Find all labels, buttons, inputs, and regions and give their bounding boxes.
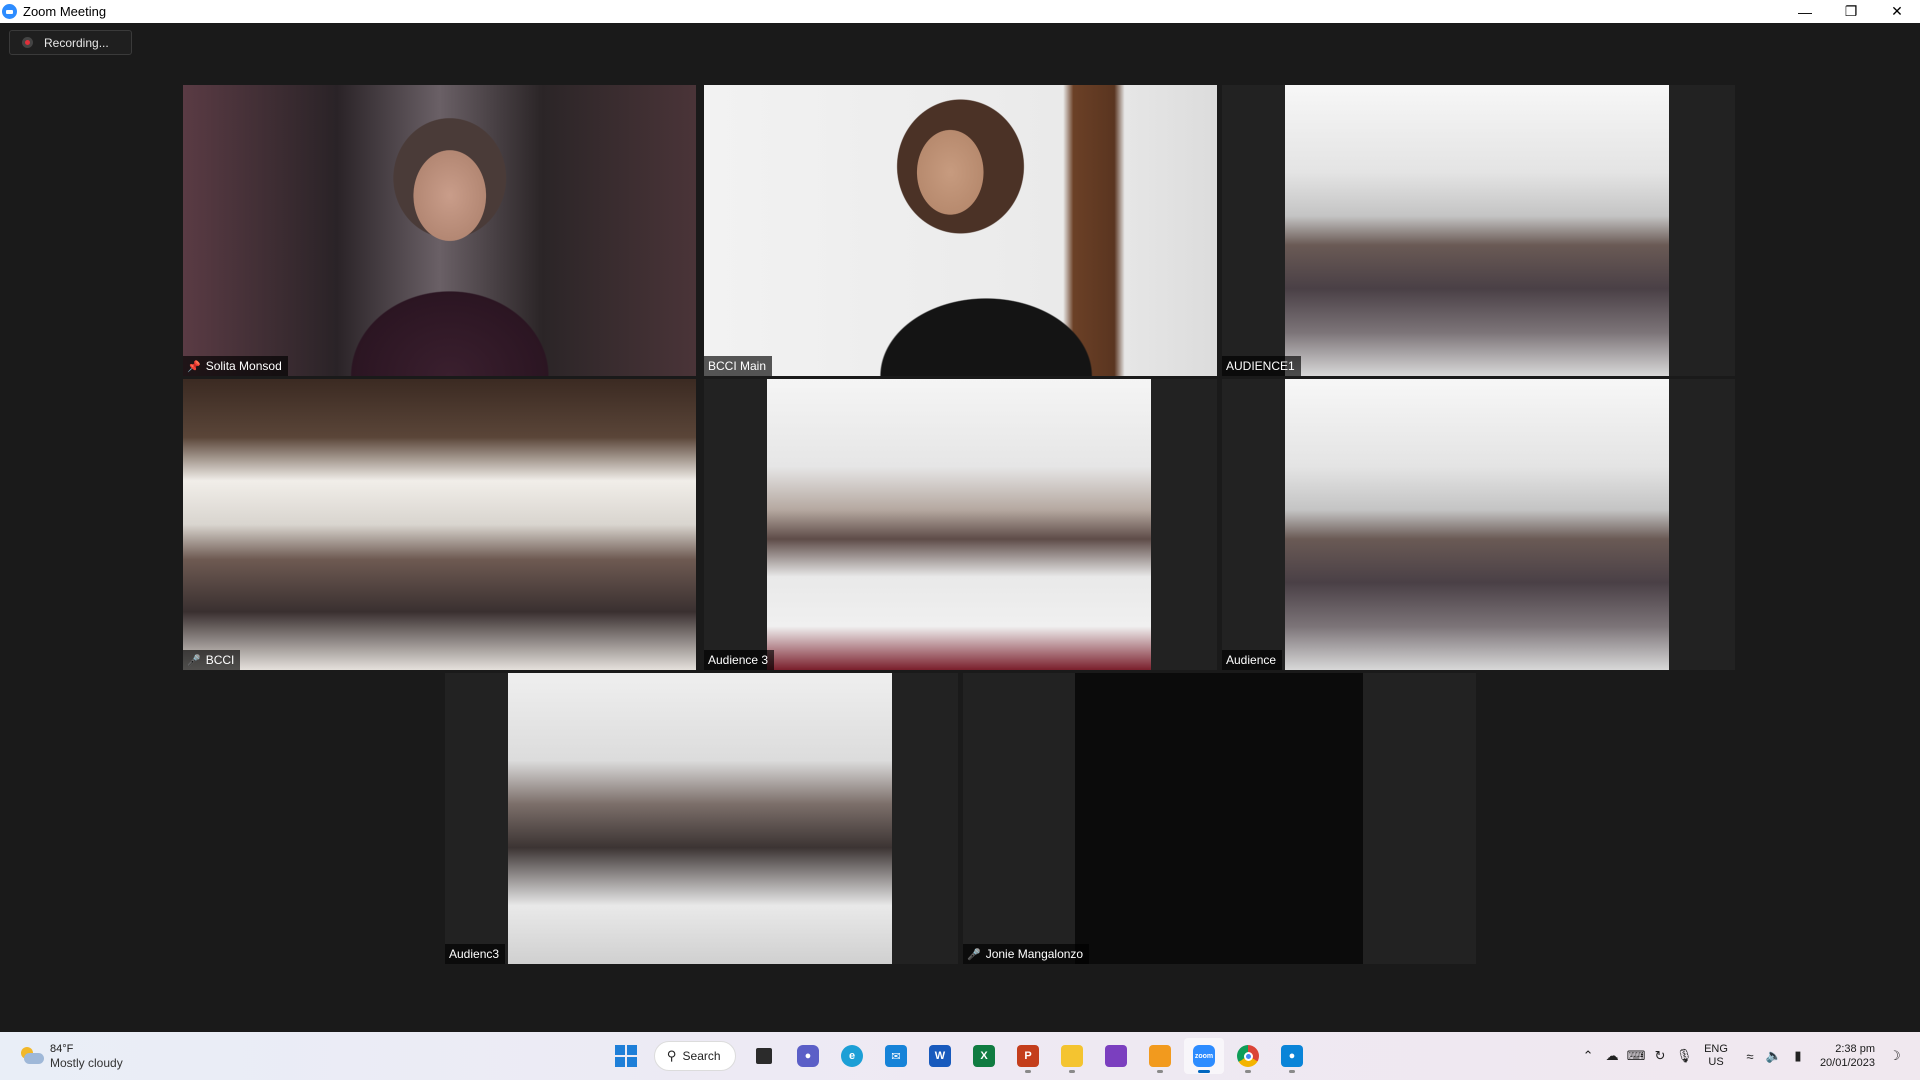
video-tile-audience-3[interactable]: Audience 3: [704, 379, 1217, 670]
language-indicator[interactable]: ENG US: [1704, 1043, 1728, 1069]
pin-icon: 📌: [187, 360, 201, 373]
edge-button[interactable]: e: [832, 1038, 872, 1074]
participant-video: [767, 379, 1151, 670]
powerpoint-icon: P: [1017, 1045, 1039, 1067]
powerpoint-button[interactable]: P: [1008, 1038, 1048, 1074]
participant-name: Audienc3: [449, 947, 500, 961]
video-tile-bcci-main[interactable]: BCCI Main: [704, 85, 1217, 376]
minimize-button[interactable]: —: [1782, 0, 1828, 23]
region-code: US: [1708, 1056, 1724, 1068]
keyboard-icon[interactable]: ⌨: [1625, 1045, 1647, 1067]
clock-date: 20/01/2023: [1819, 1057, 1875, 1069]
participant-name-tag: Audience: [1222, 650, 1283, 670]
participant-name: Audience: [1226, 653, 1277, 667]
video-tile-solita-monsod[interactable]: 📌 Solita Monsod: [183, 85, 696, 376]
recording-label: Recording...: [44, 35, 109, 50]
excel-button[interactable]: X: [964, 1038, 1004, 1074]
snipping-tool-button[interactable]: ●: [1272, 1038, 1312, 1074]
video-tile-jonie-mangalonzo[interactable]: 🎤 Jonie Mangalonzo: [963, 673, 1476, 964]
language-code: ENG: [1704, 1043, 1728, 1055]
participant-name-tag: Audienc3: [445, 944, 506, 964]
participant-video: [1285, 85, 1669, 376]
edge-icon: e: [841, 1045, 863, 1067]
taskbar-apps: ⚲ Search ● e ✉ W X P zoom ●: [604, 1038, 1314, 1074]
restore-button[interactable]: ❐: [1828, 0, 1874, 23]
search-label: Search: [682, 1049, 721, 1063]
volume-icon[interactable]: 🔈: [1763, 1045, 1785, 1067]
zoom-button[interactable]: zoom: [1184, 1038, 1224, 1074]
clipchamp-icon: [1105, 1045, 1127, 1067]
recording-indicator[interactable]: Recording...: [9, 30, 132, 55]
system-tray: ⌃ ☁ ⌨ ↻ 🎙 ENG US ≈ 🔈 ▮ 2:38 pm 20/01/202…: [1576, 1032, 1920, 1080]
participant-name-tag: BCCI Main: [704, 356, 773, 376]
record-icon: [22, 37, 33, 48]
task-view-icon: [756, 1048, 772, 1064]
participant-name: AUDIENCE1: [1226, 359, 1295, 373]
weather-widget[interactable]: 84°F Mostly cloudy: [18, 1042, 123, 1070]
folder-icon: [1061, 1045, 1083, 1067]
notification-icon[interactable]: ☽: [1884, 1045, 1906, 1067]
slides-icon: [1149, 1045, 1171, 1067]
sync-icon[interactable]: ↻: [1649, 1045, 1671, 1067]
teams-chat-button[interactable]: ●: [788, 1038, 828, 1074]
mic-off-icon: 🎤: [187, 654, 201, 667]
chrome-button[interactable]: [1228, 1038, 1268, 1074]
participant-name-tag: 📌 Solita Monsod: [183, 356, 288, 376]
clock[interactable]: 2:38 pm 20/01/2023: [1820, 1042, 1875, 1070]
video-tile-audience1[interactable]: AUDIENCE1: [1222, 85, 1735, 376]
video-tile-audienc3[interactable]: Audienc3: [445, 673, 958, 964]
mic-off-icon: 🎤: [967, 948, 981, 961]
battery-icon[interactable]: ▮: [1787, 1045, 1809, 1067]
search-icon: ⚲: [667, 1048, 677, 1063]
participant-name-tag: Audience 3: [704, 650, 775, 670]
chrome-icon: [1237, 1045, 1259, 1067]
participant-name: Audience 3: [708, 653, 769, 667]
chevron-up-icon[interactable]: ⌃: [1577, 1045, 1599, 1067]
participant-name-tag: AUDIENCE1: [1222, 356, 1301, 376]
microphone-icon[interactable]: 🎙: [1673, 1045, 1695, 1067]
clock-time: 2:38 pm: [1835, 1043, 1875, 1055]
clipchamp-button[interactable]: [1096, 1038, 1136, 1074]
windows-logo-icon: [615, 1045, 637, 1067]
participant-video: [1285, 379, 1669, 670]
task-view-button[interactable]: [744, 1038, 784, 1074]
participant-name: Jonie Mangalonzo: [985, 947, 1084, 961]
mail-icon: ✉: [885, 1045, 907, 1067]
taskbar-search[interactable]: ⚲ Search: [654, 1041, 736, 1071]
zoom-icon: zoom: [1193, 1045, 1215, 1067]
windows-taskbar: 84°F Mostly cloudy ⚲ Search ● e ✉ W X P …: [0, 1032, 1920, 1080]
partly-cloudy-icon: [18, 1046, 44, 1066]
window-controls: — ❐ ✕: [1782, 0, 1920, 23]
snipping-tool-icon: ●: [1281, 1045, 1303, 1067]
video-tile-audience[interactable]: Audience: [1222, 379, 1735, 670]
excel-icon: X: [973, 1045, 995, 1067]
cloud-sync-icon[interactable]: ☁: [1601, 1045, 1623, 1067]
close-button[interactable]: ✕: [1874, 0, 1920, 23]
weather-temperature: 84°F: [50, 1043, 74, 1055]
video-tile-bcci[interactable]: 🎤 BCCI: [183, 379, 696, 670]
zoom-app-icon: [2, 4, 17, 19]
participant-name-tag: 🎤 Jonie Mangalonzo: [963, 944, 1090, 964]
participant-name: Solita Monsod: [205, 359, 282, 373]
participant-video: [1075, 673, 1363, 964]
word-button[interactable]: W: [920, 1038, 960, 1074]
participant-name: BCCI Main: [708, 359, 767, 373]
window-title: Zoom Meeting: [23, 4, 107, 19]
wifi-icon[interactable]: ≈: [1739, 1045, 1761, 1067]
word-icon: W: [929, 1045, 951, 1067]
window-titlebar: Zoom Meeting — ❐ ✕: [0, 0, 1920, 23]
meeting-area: Recording... 📌 Solita Monsod BCCI Main A…: [0, 23, 1920, 1032]
participant-video: [508, 673, 892, 964]
participant-name-tag: 🎤 BCCI: [183, 650, 241, 670]
weather-condition: Mostly cloudy: [50, 1056, 123, 1070]
mail-button[interactable]: ✉: [876, 1038, 916, 1074]
participant-video: [183, 85, 696, 376]
slides-button[interactable]: [1140, 1038, 1180, 1074]
participant-video: [183, 379, 696, 670]
file-explorer-button[interactable]: [1052, 1038, 1092, 1074]
participant-video: [704, 85, 1217, 376]
participant-name: BCCI: [205, 653, 235, 667]
start-button[interactable]: [606, 1038, 646, 1074]
teams-chat-icon: ●: [797, 1045, 819, 1067]
